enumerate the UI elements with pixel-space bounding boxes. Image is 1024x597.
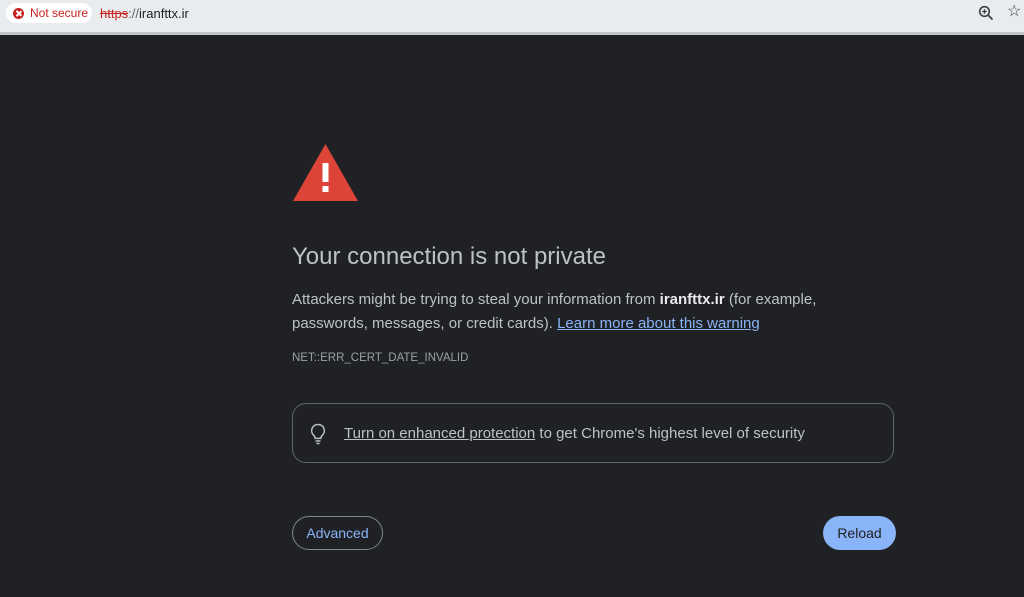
- reload-button[interactable]: Reload: [823, 516, 896, 550]
- url-scheme: https: [100, 6, 129, 21]
- security-chip[interactable]: Not secure: [6, 3, 92, 23]
- enhanced-protection-rest: to get Chrome's highest level of securit…: [535, 425, 805, 442]
- lightbulb-icon: [310, 423, 326, 450]
- url-separator: ://: [128, 6, 140, 21]
- address-bar: Not secure https://iranfttx.ir ☆: [0, 0, 1024, 35]
- explanation-paragraph: Attackers might be trying to steal your …: [292, 288, 852, 336]
- enhanced-protection-text: Turn on enhanced protection to get Chrom…: [344, 425, 805, 442]
- error-code[interactable]: NET::ERR_CERT_DATE_INVALID: [292, 352, 468, 364]
- learn-more-link[interactable]: Learn more about this warning: [557, 315, 760, 332]
- error-icon: [13, 7, 24, 19]
- security-chip-label: Not secure: [30, 6, 89, 20]
- star-icon[interactable]: ☆: [1007, 4, 1021, 20]
- enhanced-protection-link[interactable]: Turn on enhanced protection: [344, 425, 535, 442]
- warning-triangle-icon: [292, 143, 359, 207]
- enhanced-protection-callout: Turn on enhanced protection to get Chrom…: [292, 403, 894, 463]
- explanation-text-start: Attackers might be trying to steal your …: [292, 291, 660, 308]
- url-field[interactable]: https://iranfttx.ir: [100, 6, 189, 21]
- advanced-button[interactable]: Advanced: [292, 516, 383, 550]
- url-host: iranfttx.ir: [139, 6, 189, 21]
- explanation-host: iranfttx.ir: [659, 291, 725, 308]
- zoom-in-icon[interactable]: [978, 5, 994, 26]
- page-title: Your connection is not private: [292, 243, 606, 270]
